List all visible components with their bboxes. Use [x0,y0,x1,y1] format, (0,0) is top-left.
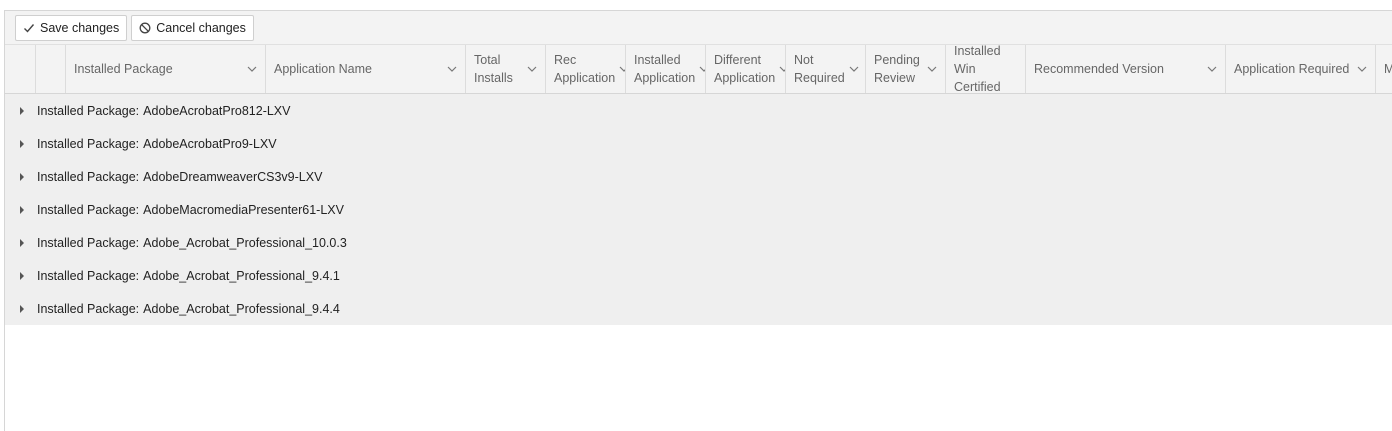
group-row[interactable]: Installed Package: Adobe_Acrobat_Profess… [5,292,1392,325]
column-header-rec-application[interactable]: Rec Application [546,45,626,93]
group-row[interactable]: Installed Package: Adobe_Acrobat_Profess… [5,226,1392,259]
group-row-value: Adobe_Acrobat_Professional_9.4.4 [143,301,340,316]
chevron-down-icon[interactable] [527,66,537,72]
group-row-value: AdobeAcrobatPro812-LXV [143,103,291,118]
column-header-installed-application[interactable]: Installed Application [626,45,706,93]
group-row-prefix: Installed Package: [37,301,140,316]
chevron-down-icon[interactable] [1357,66,1367,72]
column-header-more[interactable]: M [1376,45,1392,93]
caret-right-icon[interactable] [19,205,29,214]
group-row-prefix: Installed Package: [37,268,140,283]
group-row-value: AdobeMacromediaPresenter61-LXV [143,202,344,217]
cancel-changes-label: Cancel changes [156,20,246,35]
group-row-prefix: Installed Package: [37,169,140,184]
group-row-value: AdobeDreamweaverCS3v9-LXV [143,169,323,184]
caret-right-icon[interactable] [19,172,29,181]
chevron-down-icon[interactable] [447,66,457,72]
group-row[interactable]: Installed Package: Adobe_Acrobat_Profess… [5,259,1392,292]
chevron-down-icon[interactable] [779,66,785,72]
column-header-label: Recommended Version [1034,62,1164,76]
caret-right-icon[interactable] [19,139,29,148]
group-row-value: Adobe_Acrobat_Professional_9.4.1 [143,268,340,283]
group-row-prefix: Installed Package: [37,103,140,118]
group-row[interactable]: Installed Package: AdobeAcrobatPro9-LXV [5,127,1392,160]
column-header-application-required[interactable]: Application Required [1226,45,1376,93]
caret-right-icon[interactable] [19,271,29,280]
toolbar: Save changes Cancel changes [5,11,1392,45]
group-row-prefix: Installed Package: [37,202,140,217]
check-icon [23,22,35,34]
save-changes-button[interactable]: Save changes [15,14,128,41]
caret-right-icon[interactable] [19,238,29,247]
group-rows: Installed Package: AdobeAcrobatPro812-LX… [5,94,1392,325]
column-header-total-installs[interactable]: Total Installs [466,45,546,93]
column-header-label: Installed Win Certified [954,45,1001,93]
group-row[interactable]: Installed Package: AdobeAcrobatPro812-LX… [5,94,1392,127]
chevron-down-icon[interactable] [849,66,859,72]
column-header-label: Application Name [274,62,372,76]
column-header-not-required[interactable]: Not Required [786,45,866,93]
column-header-different-application[interactable]: Different Application [706,45,786,93]
chevron-down-icon[interactable] [247,66,257,72]
group-row-value: Adobe_Acrobat_Professional_10.0.3 [143,235,347,250]
column-header-label: Installed Package [74,62,173,76]
chevron-down-icon[interactable] [927,66,937,72]
group-row[interactable]: Installed Package: AdobeMacromediaPresen… [5,193,1392,226]
column-header-pending-review[interactable]: Pending Review [866,45,946,93]
column-header-application-name[interactable]: Application Name [266,45,466,93]
save-changes-label: Save changes [40,20,120,35]
chevron-down-icon[interactable] [1207,66,1217,72]
column-header-label: Pending Review [874,53,920,85]
group-row-prefix: Installed Package: [37,136,140,151]
column-header-label: Rec Application [554,53,616,85]
column-header-recommended-version[interactable]: Recommended Version [1026,45,1226,93]
chevron-down-icon[interactable] [619,66,625,72]
column-header-label: Not Required [794,53,845,85]
column-header-row: Installed Package Application Name Total… [5,45,1392,94]
group-row[interactable]: Installed Package: AdobeDreamweaverCS3v9… [5,160,1392,193]
column-header-label: Installed Application [634,53,696,85]
column-header-label: Different Application [714,53,776,85]
chevron-down-icon[interactable] [699,66,705,72]
group-row-prefix: Installed Package: [37,235,140,250]
column-header-select[interactable] [36,45,66,93]
column-header-label: Total Installs [474,53,513,85]
cancel-changes-button[interactable]: Cancel changes [131,14,254,41]
column-header-installed-package[interactable]: Installed Package [66,45,266,93]
group-row-value: AdobeAcrobatPro9-LXV [143,136,277,151]
column-header-installed-win-certified[interactable]: Installed Win Certified [946,45,1026,93]
column-header-expand[interactable] [5,45,36,93]
prohibit-icon [139,22,151,34]
caret-right-icon[interactable] [19,304,29,313]
column-header-label: M [1384,60,1392,78]
grid-panel: Save changes Cancel changes Installed Pa… [4,10,1392,431]
caret-right-icon[interactable] [19,106,29,115]
column-header-label: Application Required [1234,62,1350,76]
